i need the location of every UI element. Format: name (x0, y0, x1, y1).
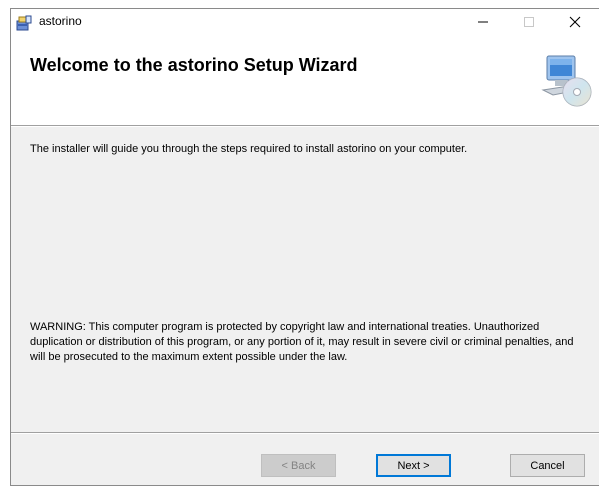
close-button[interactable] (552, 9, 598, 38)
minimize-icon (477, 15, 489, 33)
back-button[interactable]: < Back (261, 454, 336, 477)
next-button[interactable]: Next > (376, 454, 451, 477)
title-bar[interactable]: astorino (11, 9, 599, 38)
window-title: astorino (39, 14, 82, 28)
close-icon (569, 15, 581, 33)
intro-text: The installer will guide you through the… (30, 143, 468, 155)
installer-package-icon (15, 14, 33, 32)
copyright-warning: WARNING: This computer program is protec… (30, 321, 574, 363)
footer-divider-highlight (11, 433, 599, 434)
page-title: Welcome to the astorino Setup Wizard (30, 55, 358, 75)
computer-cd-icon (539, 52, 593, 112)
wizard-header: Welcome to the astorino Setup Wizard (11, 38, 599, 126)
maximize-icon (523, 15, 535, 33)
setup-wizard-window: astorino Welcome to the astorino Setup W… (10, 8, 599, 486)
minimize-button[interactable] (460, 9, 506, 38)
header-highlight (11, 126, 599, 127)
maximize-button[interactable] (506, 9, 552, 38)
cancel-button[interactable]: Cancel (510, 454, 585, 477)
